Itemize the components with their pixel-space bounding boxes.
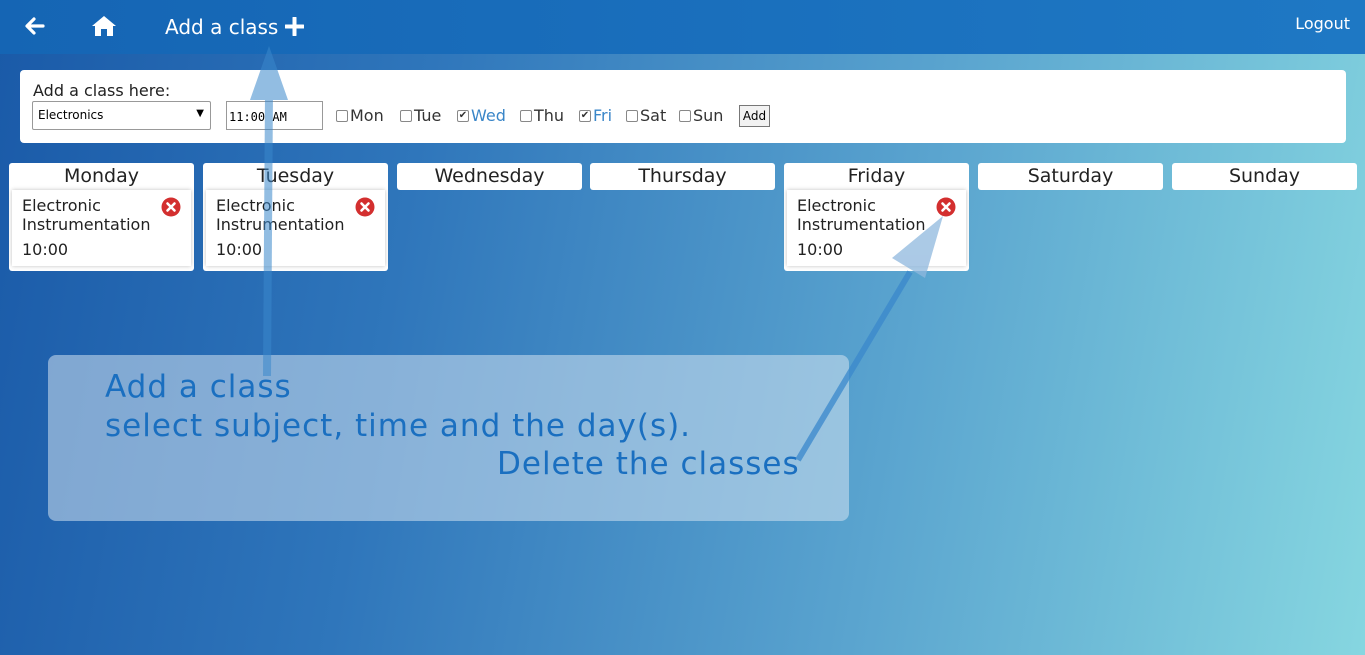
top-bar: Add a class Logout xyxy=(0,0,1365,54)
day-checkbox-tue[interactable]: Tue xyxy=(400,106,441,125)
class-card: Electronic Instrumentation 10:00 xyxy=(206,190,385,266)
class-card: Electronic Instrumentation 10:00 xyxy=(787,190,966,266)
day-checkbox-mon[interactable]: Mon xyxy=(336,106,384,125)
day-header: Wednesday xyxy=(434,165,545,187)
day-checkbox-label: Mon xyxy=(350,106,384,125)
day-header: Monday xyxy=(63,165,139,187)
day-column-saturday: Saturday xyxy=(978,163,1163,190)
home-icon[interactable] xyxy=(91,14,117,38)
tutorial-line-select: select subject, time and the day(s). xyxy=(105,408,692,444)
checkbox-icon[interactable] xyxy=(400,109,412,122)
day-header: Saturday xyxy=(1027,165,1114,187)
add-button[interactable]: Add xyxy=(739,105,770,127)
day-header: Thursday xyxy=(638,165,727,187)
subject-select-value: Electronics xyxy=(38,108,104,122)
plus-icon[interactable] xyxy=(285,17,304,36)
day-checkbox-label: Wed xyxy=(471,106,506,125)
delete-icon[interactable] xyxy=(936,197,956,217)
checkbox-checked-icon[interactable]: ✔ xyxy=(457,109,469,122)
checkbox-icon[interactable] xyxy=(336,109,348,122)
add-class-panel: Add a class here: Electronics ▼ 11:00 AM… xyxy=(20,70,1346,143)
class-time: 10:00 xyxy=(216,240,263,259)
day-column-thursday: Thursday xyxy=(590,163,775,190)
class-name: Electronic Instrumentation xyxy=(22,196,151,234)
day-column-sunday: Sunday xyxy=(1172,163,1357,190)
day-checkbox-fri[interactable]: ✔ Fri xyxy=(579,106,612,125)
day-checkbox-label: Tue xyxy=(414,106,442,125)
day-header: Friday xyxy=(847,165,906,187)
page-title: Add a class xyxy=(165,15,279,39)
logout-link[interactable]: Logout xyxy=(1295,13,1350,35)
day-checkbox-label: Sun xyxy=(693,106,724,125)
class-card: Electronic Instrumentation 10:00 xyxy=(12,190,191,266)
checkbox-icon[interactable] xyxy=(626,109,638,122)
subject-select[interactable]: Electronics ▼ xyxy=(32,101,211,130)
tutorial-callout: Add a class select subject, time and the… xyxy=(48,355,849,521)
tutorial-line-add: Add a class xyxy=(105,369,292,405)
day-checkbox-label: Thu xyxy=(534,106,565,125)
chevron-down-icon: ▼ xyxy=(196,108,204,119)
delete-icon[interactable] xyxy=(355,197,375,217)
add-class-label: Add a class here: xyxy=(33,81,171,100)
day-header: Tuesday xyxy=(256,165,335,187)
day-column-monday: Monday Electronic Instrumentation 10:00 xyxy=(9,163,194,271)
day-checkbox-sun[interactable]: Sun xyxy=(679,106,723,125)
day-column-friday: Friday Electronic Instrumentation 10:00 xyxy=(784,163,969,271)
day-header: Sunday xyxy=(1228,165,1301,187)
day-checkbox-label: Sat xyxy=(640,106,667,125)
day-column-wednesday: Wednesday xyxy=(397,163,582,190)
day-checkbox-label: Fri xyxy=(593,106,613,125)
checkbox-checked-icon[interactable]: ✔ xyxy=(579,109,591,122)
checkbox-icon[interactable] xyxy=(679,109,691,122)
day-checkbox-wed[interactable]: ✔ Wed xyxy=(457,106,506,125)
day-checkbox-thu[interactable]: Thu xyxy=(520,106,564,125)
class-time: 10:00 xyxy=(22,240,69,259)
arrow-left-icon[interactable] xyxy=(22,14,46,38)
delete-icon[interactable] xyxy=(161,197,181,217)
checkbox-icon[interactable] xyxy=(520,109,532,122)
day-column-tuesday: Tuesday Electronic Instrumentation 10:00 xyxy=(203,163,388,271)
tutorial-line-delete: Delete the classes xyxy=(497,446,800,482)
time-input[interactable]: 11:00 AM xyxy=(226,101,323,130)
class-time: 10:00 xyxy=(797,240,844,259)
day-checkbox-sat[interactable]: Sat xyxy=(626,106,666,125)
class-name: Electronic Instrumentation xyxy=(216,196,345,234)
class-name: Electronic Instrumentation xyxy=(797,196,926,234)
